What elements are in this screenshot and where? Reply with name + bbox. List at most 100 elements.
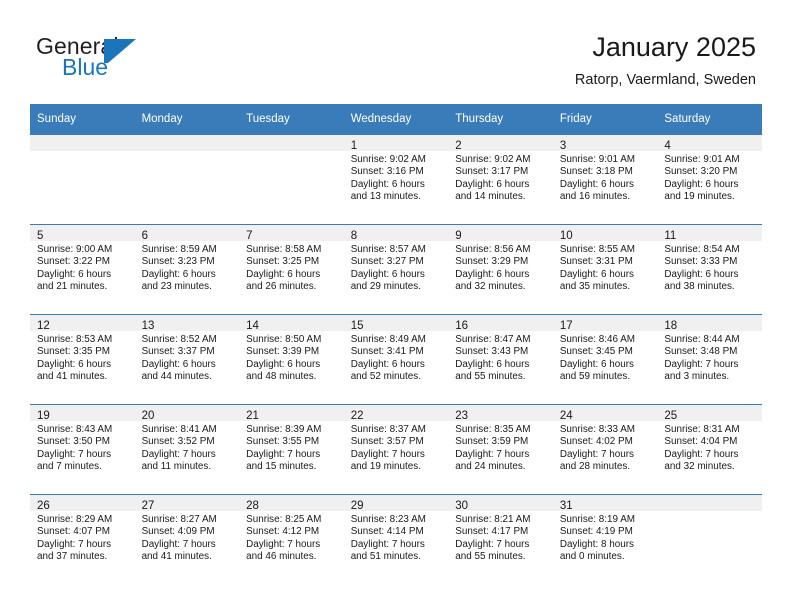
day-details: Sunrise: 8:47 AM Sunset: 3:43 PM Daylight:… — [448, 331, 553, 384]
day-number-band: 19 — [30, 405, 135, 422]
day-cell-content: 1 Sunrise: 9:02 AM Sunset: 3:16 PM Daylight… — [343, 135, 449, 223]
calendar-day-cell[interactable]: 31 Sunrise: 8:19 AM Sunset: 4:19 PM Dayligh… — [552, 494, 658, 584]
weekday-header-friday: Friday — [552, 104, 658, 135]
day-number: 2 — [455, 140, 462, 152]
calendar-day-cell[interactable]: 10 Sunrise: 8:55 AM Sunset: 3:31 PM Dayligh… — [552, 224, 658, 315]
day-cell-content: 15 Sunrise: 8:49 AM Sunset: 3:41 PM Dayligh… — [343, 315, 449, 403]
day-number: 12 — [37, 320, 50, 332]
day-details: Sunrise: 8:29 AM Sunset: 4:07 PM Daylight:… — [30, 511, 135, 564]
day-details: Sunrise: 8:31 AM Sunset: 4:04 PM Daylight:… — [657, 421, 762, 474]
day-number: 20 — [141, 410, 155, 422]
day-number: 10 — [559, 230, 573, 242]
day-cell-content: 27 Sunrise: 8:27 AM Sunset: 4:09 PM Dayligh… — [134, 495, 240, 583]
day-details: Sunrise: 8:56 AM Sunset: 3:29 PM Daylight:… — [448, 241, 553, 294]
calendar-day-cell[interactable]: 22 Sunrise: 8:37 AM Sunset: 3:57 PM Dayligh… — [343, 404, 449, 495]
calendar-day-cell[interactable]: 21 Sunrise: 8:39 AM Sunset: 3:55 PM Dayligh… — [239, 404, 344, 495]
calendar-day-cell[interactable]: 4 Sunrise: 9:01 AM Sunset: 3:20 PM Daylight… — [657, 134, 762, 225]
day-cell-content: 5 Sunrise: 9:00 AM Sunset: 3:22 PM Daylight… — [30, 225, 135, 313]
daylight-line-1: Daylight: 7 hours — [350, 538, 425, 550]
calendar-day-cell[interactable]: 27 Sunrise: 8:27 AM Sunset: 4:09 PM Dayligh… — [134, 494, 240, 584]
sunrise-time: Sunrise: 8:57 AM — [350, 244, 426, 255]
daylight-line-2: and 55 minutes. — [455, 551, 526, 563]
sunset-time: Sunset: 3:37 PM — [141, 346, 215, 358]
calendar-day-cell[interactable]: 3 Sunrise: 9:01 AM Sunset: 3:18 PM Daylight… — [552, 134, 658, 225]
calendar-day-cell[interactable] — [134, 134, 240, 225]
calendar-day-cell[interactable]: 11 Sunrise: 8:54 AM Sunset: 3:33 PM Dayligh… — [657, 224, 762, 315]
day-details: Sunrise: 8:39 AM Sunset: 3:55 PM Daylight:… — [239, 421, 344, 474]
calendar-day-cell[interactable]: 16 Sunrise: 8:47 AM Sunset: 3:43 PM Dayligh… — [448, 314, 553, 405]
calendar-day-cell[interactable]: 24 Sunrise: 8:33 AM Sunset: 4:02 PM Dayligh… — [552, 404, 658, 495]
calendar-week-row: 26 Sunrise: 8:29 AM Sunset: 4:07 PM Dayligh… — [30, 494, 762, 584]
calendar-day-cell[interactable]: 28 Sunrise: 8:25 AM Sunset: 4:12 PM Dayligh… — [239, 494, 344, 584]
day-cell-content: 30 Sunrise: 8:21 AM Sunset: 4:17 PM Dayligh… — [448, 495, 553, 583]
daylight-line-1: Daylight: 6 hours — [455, 358, 530, 370]
day-number-band — [134, 135, 240, 151]
calendar-day-cell[interactable]: 13 Sunrise: 8:52 AM Sunset: 3:37 PM Dayligh… — [134, 314, 240, 405]
calendar-day-cell[interactable]: 1 Sunrise: 9:02 AM Sunset: 3:16 PM Daylight… — [343, 134, 449, 225]
calendar-day-cell[interactable]: 19 Sunrise: 8:43 AM Sunset: 3:50 PM Dayligh… — [30, 404, 135, 495]
calendar-day-cell[interactable]: 17 Sunrise: 8:46 AM Sunset: 3:45 PM Dayligh… — [552, 314, 658, 405]
day-number-band: 11 — [657, 225, 762, 242]
day-cell-content: 28 Sunrise: 8:25 AM Sunset: 4:12 PM Dayligh… — [239, 495, 344, 583]
general-blue-logo[interactable]: General Blue — [36, 33, 216, 85]
day-number-band: 20 — [134, 405, 240, 422]
calendar-day-cell[interactable]: 8 Sunrise: 8:57 AM Sunset: 3:27 PM Daylight… — [343, 224, 449, 315]
sunset-time: Sunset: 3:16 PM — [350, 166, 424, 178]
day-details: Sunrise: 8:37 AM Sunset: 3:57 PM Daylight:… — [344, 421, 449, 474]
calendar-day-cell[interactable]: 25 Sunrise: 8:31 AM Sunset: 4:04 PM Dayligh… — [657, 404, 762, 495]
day-number: 1 — [350, 140, 358, 152]
day-cell-content: 4 Sunrise: 9:01 AM Sunset: 3:20 PM Daylight… — [657, 135, 762, 223]
calendar-day-cell[interactable]: 23 Sunrise: 8:35 AM Sunset: 3:59 PM Dayligh… — [448, 404, 553, 495]
calendar-day-cell[interactable]: 14 Sunrise: 8:50 AM Sunset: 3:39 PM Dayligh… — [239, 314, 344, 405]
day-number-band: 3 — [552, 135, 658, 152]
calendar-day-cell[interactable] — [239, 134, 344, 225]
calendar-day-cell[interactable]: 30 Sunrise: 8:21 AM Sunset: 4:17 PM Dayligh… — [448, 494, 553, 584]
sunrise-time: Sunrise: 8:37 AM — [350, 424, 426, 435]
daylight-line-1: Daylight: 7 hours — [455, 448, 530, 460]
calendar-day-cell[interactable]: 26 Sunrise: 8:29 AM Sunset: 4:07 PM Dayligh… — [30, 494, 135, 584]
sunrise-time: Sunrise: 9:02 AM — [455, 154, 531, 165]
sunrise-sunset-calendar: Sunday Monday Tuesday Wednesday Thursday… — [30, 104, 762, 584]
daylight-line-2: and 16 minutes. — [559, 191, 631, 203]
calendar-day-cell[interactable]: 5 Sunrise: 9:00 AM Sunset: 3:22 PM Daylight… — [30, 224, 135, 315]
calendar-day-cell[interactable]: 20 Sunrise: 8:41 AM Sunset: 3:52 PM Dayligh… — [134, 404, 240, 495]
sunrise-time: Sunrise: 8:27 AM — [141, 514, 217, 525]
sunset-time: Sunset: 3:57 PM — [350, 436, 424, 448]
calendar-day-cell[interactable]: 6 Sunrise: 8:59 AM Sunset: 3:23 PM Daylight… — [134, 224, 240, 315]
calendar-day-cell[interactable]: 29 Sunrise: 8:23 AM Sunset: 4:14 PM Dayligh… — [343, 494, 449, 584]
day-details: Sunrise: 8:58 AM Sunset: 3:25 PM Daylight:… — [239, 241, 344, 294]
day-details: Sunrise: 8:55 AM Sunset: 3:31 PM Daylight:… — [553, 241, 658, 294]
calendar-day-cell[interactable]: 9 Sunrise: 8:56 AM Sunset: 3:29 PM Daylight… — [448, 224, 553, 315]
day-details: Sunrise: 8:54 AM Sunset: 3:33 PM Daylight:… — [657, 241, 762, 294]
day-number-band: 2 — [448, 135, 553, 152]
calendar-day-cell[interactable]: 2 Sunrise: 9:02 AM Sunset: 3:17 PM Daylight… — [448, 134, 553, 225]
day-cell-content: 16 Sunrise: 8:47 AM Sunset: 3:43 PM Dayligh… — [448, 315, 553, 403]
daylight-line-1: Daylight: 6 hours — [455, 178, 530, 190]
sunrise-time: Sunrise: 9:00 AM — [37, 244, 113, 255]
day-number: 27 — [141, 500, 155, 512]
calendar-day-cell[interactable]: 12 Sunrise: 8:53 AM Sunset: 3:35 PM Dayligh… — [30, 314, 135, 405]
day-number: 24 — [559, 410, 573, 422]
daylight-line-2: and 41 minutes. — [141, 551, 212, 563]
calendar-week-row: 5 Sunrise: 9:00 AM Sunset: 3:22 PM Daylight… — [30, 224, 762, 315]
day-number: 23 — [455, 410, 469, 422]
day-number-band: 22 — [343, 405, 449, 422]
sunrise-time: Sunrise: 8:52 AM — [141, 334, 217, 345]
day-details: Sunrise: 8:44 AM Sunset: 3:48 PM Daylight:… — [657, 331, 762, 384]
calendar-day-cell[interactable]: 15 Sunrise: 8:49 AM Sunset: 3:41 PM Dayligh… — [343, 314, 449, 405]
sunrise-time: Sunrise: 9:01 AM — [559, 154, 636, 165]
calendar-day-cell[interactable]: 18 Sunrise: 8:44 AM Sunset: 3:48 PM Dayligh… — [657, 314, 762, 405]
day-cell-content: 17 Sunrise: 8:46 AM Sunset: 3:45 PM Dayligh… — [552, 315, 658, 403]
sunset-time: Sunset: 3:25 PM — [246, 256, 320, 268]
calendar-day-cell[interactable] — [30, 134, 135, 225]
day-number-band: 16 — [448, 315, 553, 332]
calendar-day-cell[interactable]: 7 Sunrise: 8:58 AM Sunset: 3:25 PM Daylight… — [239, 224, 344, 315]
calendar-day-cell[interactable] — [657, 494, 762, 584]
day-cell-content: 14 Sunrise: 8:50 AM Sunset: 3:39 PM Dayligh… — [239, 315, 344, 403]
weekday-header-tuesday: Tuesday — [239, 104, 344, 135]
day-cell-content: 6 Sunrise: 8:59 AM Sunset: 3:23 PM Daylight… — [134, 225, 240, 313]
sunset-time: Sunset: 3:39 PM — [246, 346, 320, 358]
day-cell-content: 3 Sunrise: 9:01 AM Sunset: 3:18 PM Daylight… — [552, 135, 658, 223]
day-cell-content: 26 Sunrise: 8:29 AM Sunset: 4:07 PM Dayligh… — [30, 495, 135, 583]
sunset-time: Sunset: 3:50 PM — [37, 436, 111, 448]
